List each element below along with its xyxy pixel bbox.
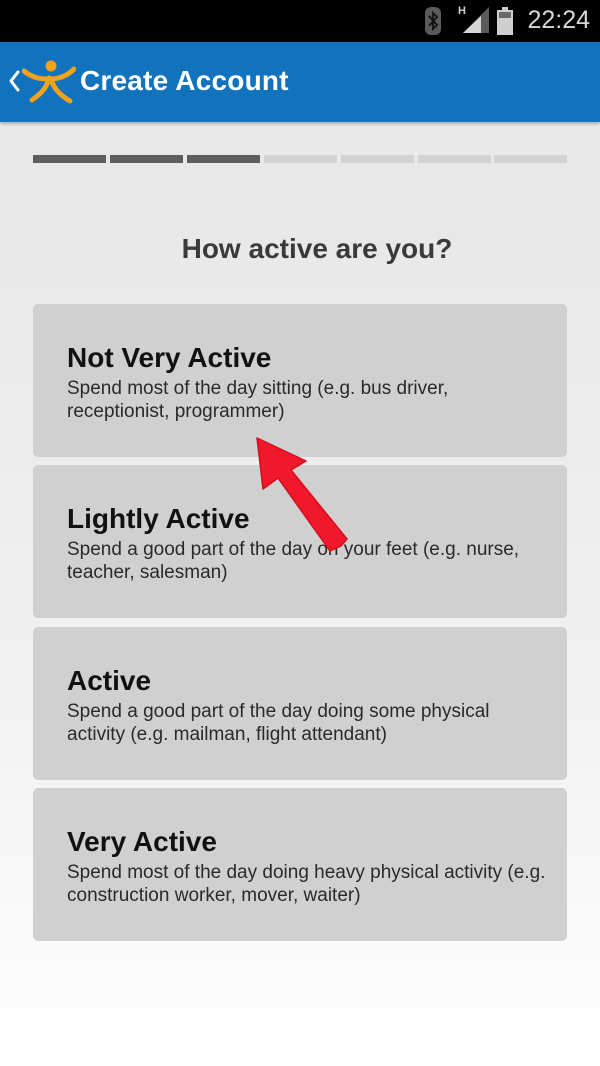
back-button[interactable] [0,42,78,122]
progress-step-1 [33,155,106,163]
option-title: Very Active [67,826,217,857]
battery-icon [497,7,513,35]
progress-step-3 [187,155,260,163]
progress-indicator [33,155,567,163]
option-title: Not Very Active [67,342,272,373]
clock: 22:24 [527,6,590,34]
option-description: Spend a good part of the day doing some … [67,701,490,745]
status-bar: H 22:24 [0,0,600,42]
signal-icon [463,7,489,33]
option-description: Spend most of the day doing heavy physic… [67,862,546,906]
question-heading: How active are you? [181,233,453,264]
option-lightly-active[interactable]: Lightly Active Spend a good part of the … [33,465,567,618]
option-title: Active [67,665,152,696]
chevron-left-icon [9,70,20,92]
progress-step-6 [418,155,491,163]
progress-step-5 [341,155,414,163]
option-description: Spend a good part of the day on your fee… [67,539,520,583]
option-very-active[interactable]: Very Active Spend most of the day doing … [33,788,567,941]
progress-step-4 [264,155,337,163]
figure-logo-icon [22,60,76,104]
screen-title: Create Account [80,65,289,96]
bluetooth-icon [425,7,441,35]
progress-step-2 [110,155,183,163]
option-description: Spend most of the day sitting (e.g. bus … [67,378,449,422]
option-title: Lightly Active [67,503,250,534]
app-bar: Create Account [0,42,600,122]
option-not-very-active[interactable]: Not Very Active Spend most of the day si… [33,304,567,457]
option-active[interactable]: Active Spend a good part of the day doin… [33,627,567,780]
progress-step-7 [494,155,567,163]
